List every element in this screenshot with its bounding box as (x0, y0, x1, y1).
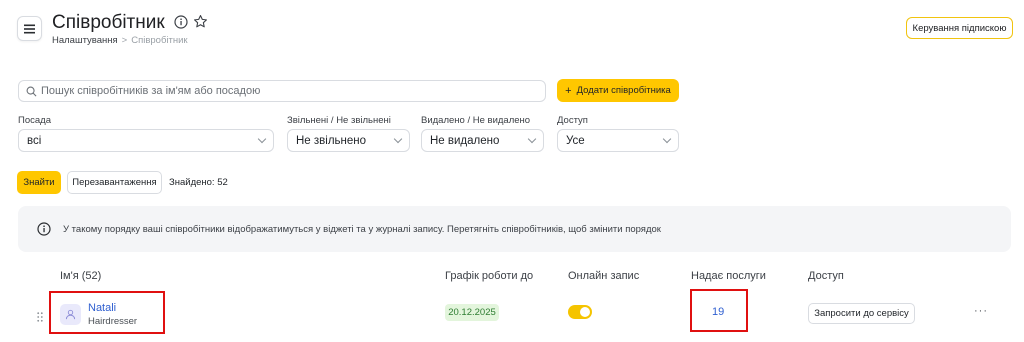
filter-deleted-select[interactable]: Не видалено (421, 129, 544, 152)
highlight-box-services (690, 289, 748, 332)
filter-access-value: Усе (566, 134, 585, 147)
breadcrumb: Налаштування > Співробітник (52, 35, 188, 46)
breadcrumb-current: Співробітник (131, 35, 188, 46)
filter-dismissed-label: Звільнені / Не звільнені (287, 115, 391, 126)
filter-deleted-value: Не видалено (430, 134, 500, 147)
filter-dismissed-value: Не звільнено (296, 134, 367, 147)
find-button[interactable]: Знайти (17, 171, 61, 194)
found-count: Знайдено: 52 (169, 177, 228, 188)
column-header-name[interactable]: Ім'я (52) (60, 270, 101, 282)
filter-deleted-label: Видалено / Не видалено (421, 115, 531, 126)
chevron-down-icon (257, 134, 267, 144)
info-banner: У такому порядку ваші співробітники відо… (18, 206, 1011, 252)
chevron-down-icon (662, 134, 672, 144)
info-icon[interactable] (174, 15, 188, 34)
column-header-services[interactable]: Надає послуги (691, 270, 766, 282)
info-icon (37, 222, 51, 236)
drag-handle-icon[interactable] (37, 309, 43, 327)
hamburger-icon (24, 24, 35, 33)
search-icon (26, 86, 37, 96)
invite-to-service-button[interactable]: Запросити до сервісу (808, 303, 915, 324)
manage-subscription-button[interactable]: Керування підпискою (906, 17, 1013, 39)
reload-button[interactable]: Перезавантаження (67, 171, 162, 194)
more-options-icon[interactable]: ··· (974, 305, 988, 317)
page-title: Співробітник (52, 12, 165, 33)
column-header-access[interactable]: Доступ (808, 270, 844, 282)
add-employee-button[interactable]: + Додати співробітника (557, 79, 679, 102)
filter-dismissed-select[interactable]: Не звільнено (287, 129, 410, 152)
schedule-until-badge: 20.12.2025 (445, 304, 499, 321)
chevron-down-icon (393, 134, 403, 144)
highlight-box-name (49, 291, 165, 334)
search-field[interactable] (18, 80, 546, 102)
plus-icon: + (565, 84, 572, 97)
toggle-knob (580, 307, 590, 317)
chevron-down-icon (527, 134, 537, 144)
filter-position-label: Посада (18, 115, 51, 126)
add-employee-label: Додати співробітника (576, 85, 671, 96)
info-banner-text: У такому порядку ваші співробітники відо… (63, 223, 661, 235)
column-header-online-booking[interactable]: Онлайн запис (568, 270, 639, 282)
search-input[interactable] (41, 85, 545, 97)
column-header-schedule[interactable]: Графік роботи до (445, 270, 533, 282)
filter-position-select[interactable]: всі (18, 129, 274, 152)
filter-access-label: Доступ (557, 115, 588, 126)
star-icon[interactable] (193, 14, 208, 34)
filter-position-value: всі (27, 134, 42, 147)
breadcrumb-separator: > (121, 35, 128, 46)
online-booking-toggle[interactable] (568, 305, 592, 319)
filter-access-select[interactable]: Усе (557, 129, 679, 152)
menu-button[interactable] (17, 16, 42, 41)
breadcrumb-parent[interactable]: Налаштування (52, 35, 118, 46)
